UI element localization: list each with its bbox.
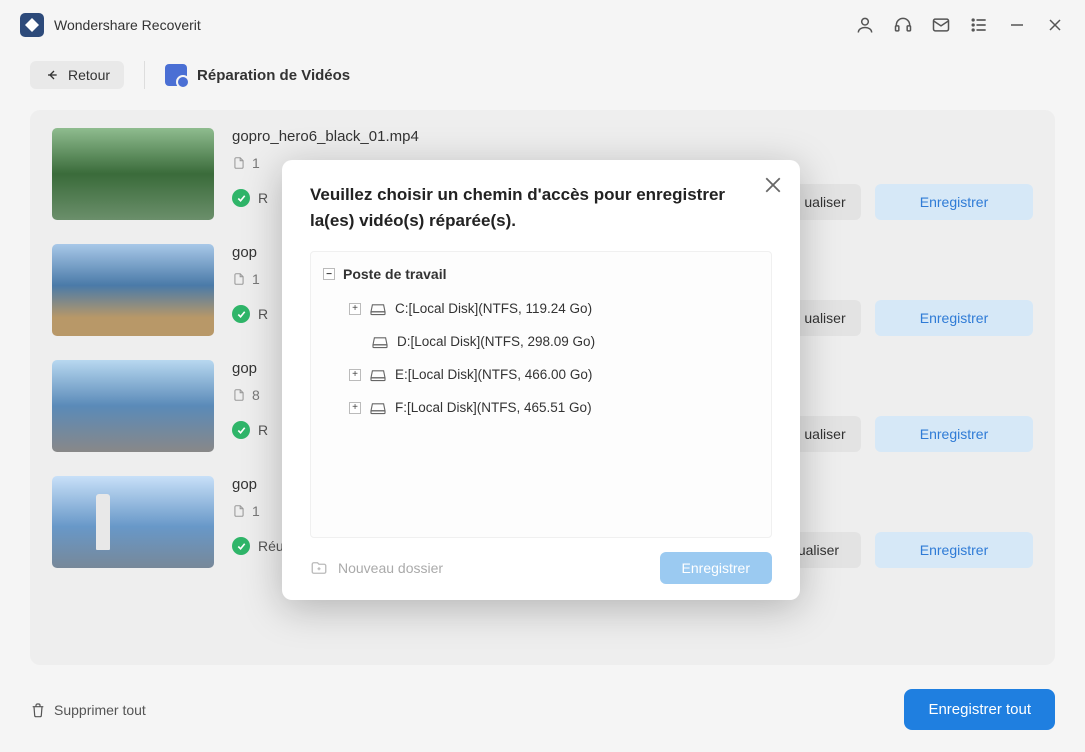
tree-disk-item[interactable]: + E:[Local Disk](NTFS, 466.00 Go) xyxy=(319,358,763,391)
disk-icon xyxy=(369,401,387,415)
disk-label: E:[Local Disk](NTFS, 466.00 Go) xyxy=(395,367,592,382)
new-folder-button[interactable]: Nouveau dossier xyxy=(310,559,443,577)
tree-disk-item[interactable]: + C:[Local Disk](NTFS, 119.24 Go) xyxy=(319,292,763,325)
tree-disk-item[interactable]: D:[Local Disk](NTFS, 298.09 Go) xyxy=(319,325,763,358)
close-modal-button[interactable] xyxy=(764,176,782,194)
modal-title: Veuillez choisir un chemin d'accès pour … xyxy=(310,182,772,233)
modal-footer: Nouveau dossier Enregistrer xyxy=(310,538,772,584)
new-folder-label: Nouveau dossier xyxy=(338,560,443,576)
collapse-icon[interactable]: − xyxy=(323,268,335,280)
disk-icon xyxy=(369,302,387,316)
tree-disk-item[interactable]: + F:[Local Disk](NTFS, 465.51 Go) xyxy=(319,391,763,424)
disk-icon xyxy=(371,335,389,349)
expand-icon[interactable]: + xyxy=(349,402,361,414)
expand-icon[interactable]: + xyxy=(349,369,361,381)
disk-label: D:[Local Disk](NTFS, 298.09 Go) xyxy=(397,334,595,349)
close-icon xyxy=(764,176,782,194)
tree-root[interactable]: − Poste de travail xyxy=(319,266,763,282)
expand-icon[interactable]: + xyxy=(349,303,361,315)
disk-label: C:[Local Disk](NTFS, 119.24 Go) xyxy=(395,301,592,316)
new-folder-icon xyxy=(310,559,328,577)
modal-save-button[interactable]: Enregistrer xyxy=(660,552,772,584)
disk-label: F:[Local Disk](NTFS, 465.51 Go) xyxy=(395,400,592,415)
folder-tree[interactable]: − Poste de travail + C:[Local Disk](NTFS,… xyxy=(310,251,772,538)
disk-icon xyxy=(369,368,387,382)
tree-root-label: Poste de travail xyxy=(343,266,447,282)
save-path-modal: Veuillez choisir un chemin d'accès pour … xyxy=(282,160,800,600)
